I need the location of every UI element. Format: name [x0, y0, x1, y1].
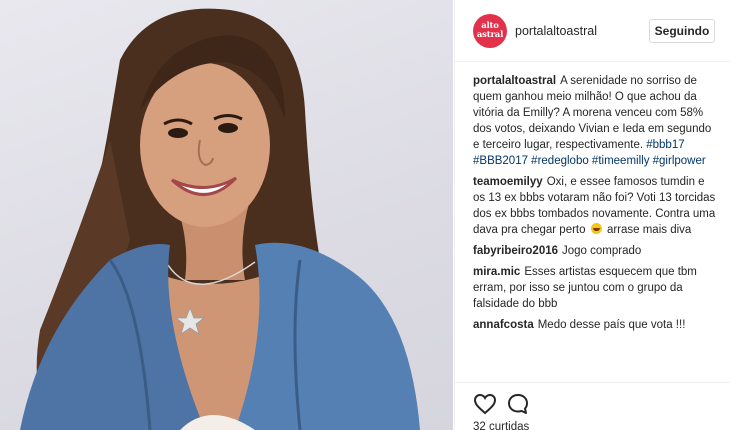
post-actions-bar: 32 curtidas	[455, 382, 730, 430]
heart-icon[interactable]	[473, 392, 497, 416]
comment-item: mira.mic Esses artistas esquecem que tbm …	[473, 264, 719, 312]
post-side-panel: alto astral portalaltoastral Seguindo po…	[454, 0, 730, 430]
comment-username-link[interactable]: fabyribeiro2016	[473, 245, 558, 257]
laughing-emoji-icon	[590, 223, 602, 234]
account-avatar[interactable]: alto astral	[473, 14, 507, 48]
avatar-text-line-2: astral	[476, 30, 504, 40]
woman-portrait-illustration	[20, 8, 420, 430]
post-header: alto astral portalaltoastral Seguindo	[455, 0, 730, 62]
comment-item: fabyribeiro2016 Jogo comprado	[473, 243, 719, 259]
following-button[interactable]: Seguindo	[649, 19, 715, 43]
caption: portalaltoastral A serenidade no sorriso …	[473, 73, 719, 169]
caption-username-link[interactable]: portalaltoastral	[473, 75, 556, 87]
comment-username-link[interactable]: mira.mic	[473, 266, 520, 278]
account-name-link[interactable]: portalaltoastral	[515, 24, 597, 38]
speech-bubble-icon[interactable]	[506, 392, 530, 416]
comment-text: Medo desse país que vota !!!	[537, 319, 686, 331]
comment-text: Jogo comprado	[562, 245, 642, 257]
comment-item: annafcosta Medo desse país que vota !!!	[473, 317, 719, 333]
post-photo	[0, 0, 453, 430]
likes-count[interactable]: 32 curtidas	[473, 421, 529, 430]
comment-text-continued: arrase mais diva	[606, 224, 692, 236]
comment-username-link[interactable]: annafcosta	[473, 319, 534, 331]
comments-list: portalaltoastral A serenidade no sorriso …	[473, 73, 719, 338]
comment-item: teamoemilyy Oxi, e essee famosos tumdin e…	[473, 174, 719, 238]
comment-username-link[interactable]: teamoemilyy	[473, 176, 543, 188]
